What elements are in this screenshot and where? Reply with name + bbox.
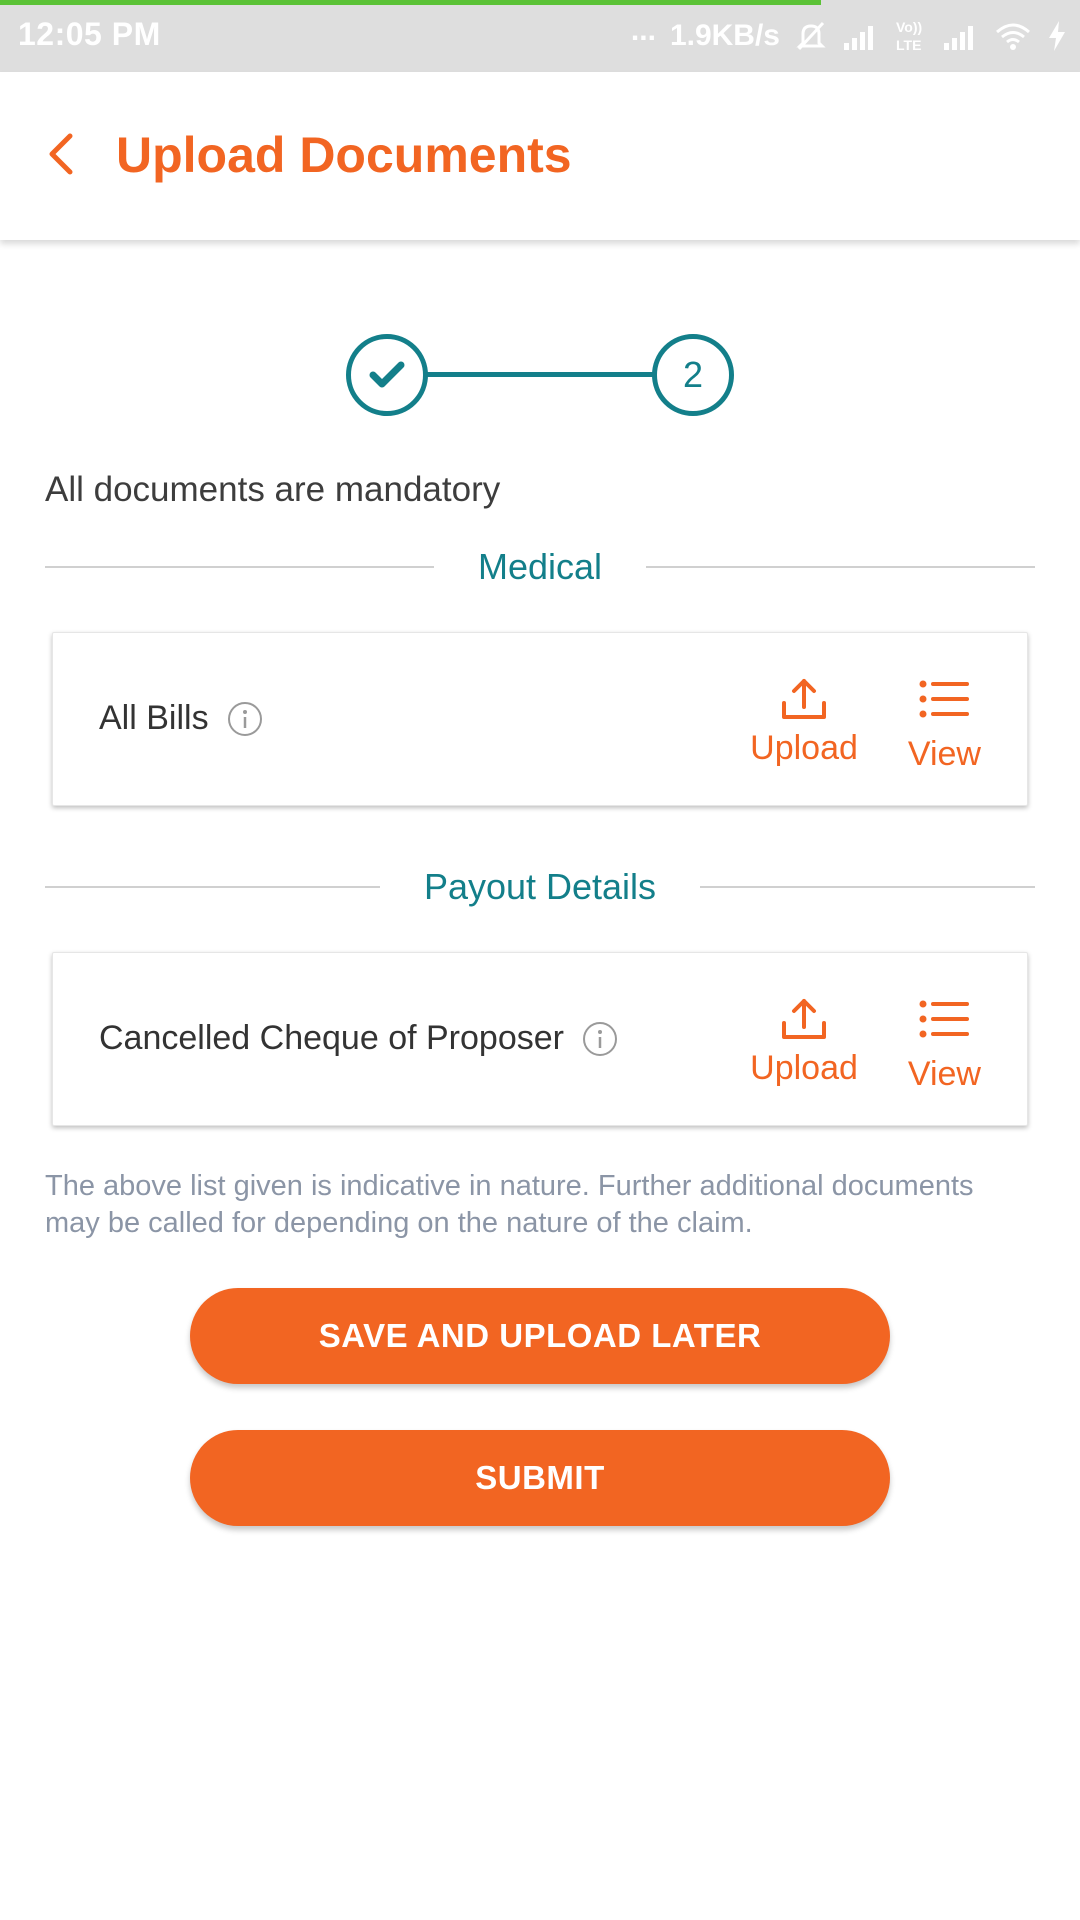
upload-button[interactable]: Upload	[750, 995, 858, 1088]
document-name-row: All Bills	[99, 699, 263, 738]
divider	[45, 566, 434, 568]
upload-icon	[780, 675, 828, 723]
view-button[interactable]: View	[908, 995, 981, 1094]
chevron-left-icon	[49, 133, 73, 175]
app-bar: Upload Documents	[0, 72, 1080, 240]
status-time: 12:05 PM	[18, 16, 161, 52]
document-name: Cancelled Cheque of Proposer	[99, 1019, 564, 1057]
progress-stepper: 2	[346, 334, 734, 416]
view-button[interactable]: View	[908, 675, 981, 774]
signal-icon	[842, 21, 880, 51]
document-card-cancelled-cheque: Cancelled Cheque of Proposer Upload View	[52, 952, 1028, 1126]
stepper-connector	[426, 372, 654, 377]
volte-icon: Vo)) LTE	[894, 18, 928, 54]
divider	[646, 566, 1035, 568]
page-load-progress	[0, 0, 821, 5]
divider	[45, 886, 380, 888]
charging-icon	[1046, 20, 1068, 52]
document-name: All Bills	[99, 699, 209, 737]
view-label: View	[907, 735, 981, 773]
document-actions: Upload View	[750, 675, 981, 775]
svg-text:Vo)): Vo))	[896, 19, 922, 35]
back-button[interactable]	[38, 124, 86, 184]
upload-icon	[780, 995, 828, 1043]
section-header-payout-details: Payout Details	[45, 862, 1035, 912]
network-speed: 1.9KB/s	[669, 19, 780, 52]
notification-dots: ...	[630, 14, 656, 47]
section-header-medical: Medical	[45, 542, 1035, 592]
mandatory-note: All documents are mandatory	[45, 470, 501, 509]
upload-label: Upload	[750, 1049, 858, 1087]
step-1-completed	[346, 334, 428, 416]
save-and-upload-later-button[interactable]: SAVE AND UPLOAD LATER	[190, 1288, 890, 1384]
status-icons: ... 1.9KB/s Vo)) LTE	[631, 14, 1068, 58]
list-icon	[919, 675, 970, 723]
document-actions: Upload View	[750, 995, 981, 1095]
section-title: Payout Details	[423, 866, 657, 907]
mute-bell-icon	[794, 19, 828, 53]
svg-text:LTE: LTE	[896, 37, 921, 53]
info-icon[interactable]	[227, 701, 263, 737]
checkmark-icon	[369, 361, 405, 388]
submit-button[interactable]: SUBMIT	[190, 1430, 890, 1526]
document-name-row: Cancelled Cheque of Proposer	[99, 1019, 618, 1058]
section-title: Medical	[477, 546, 603, 587]
signal-icon-2	[942, 21, 980, 51]
upload-documents-screen: 12:05 PM ... 1.9KB/s Vo)) LTE Upload Doc…	[0, 0, 1080, 1920]
info-icon[interactable]	[582, 1021, 618, 1057]
page-title: Upload Documents	[116, 127, 572, 183]
disclaimer-text: The above list given is indicative in na…	[45, 1170, 974, 1239]
step-2-current: 2	[652, 334, 734, 416]
view-label: View	[907, 1055, 981, 1093]
list-icon	[919, 995, 970, 1043]
wifi-icon	[994, 21, 1032, 51]
document-card-all-bills: All Bills Upload View	[52, 632, 1028, 806]
upload-button[interactable]: Upload	[750, 675, 858, 768]
divider	[700, 886, 1035, 888]
status-bar: 12:05 PM ... 1.9KB/s Vo)) LTE	[0, 0, 1080, 72]
upload-label: Upload	[750, 729, 858, 767]
